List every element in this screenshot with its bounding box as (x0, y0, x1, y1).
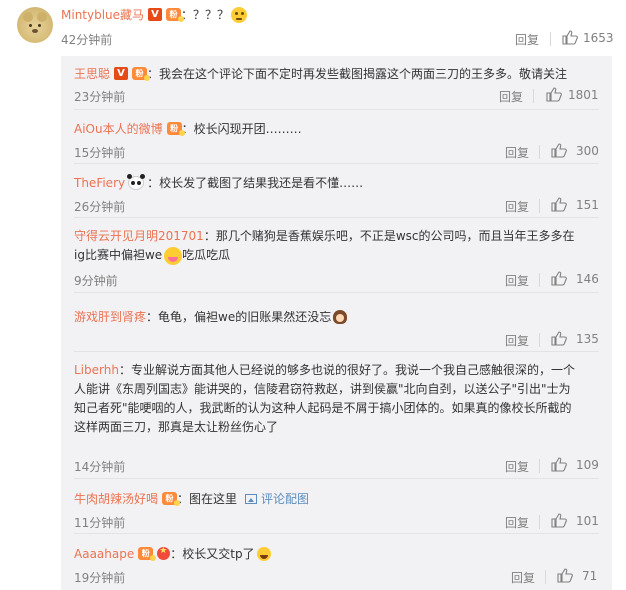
main-comment: Mintyblue藏马 V 粉 ：？？？ 42分钟前 回复 1653 (0, 0, 626, 50)
username-link[interactable]: Aaaahape (74, 547, 134, 561)
divider (74, 533, 599, 534)
comment-text: ：龟龟，偏袒we的旧账果然还没忘 (146, 310, 332, 324)
woman-icon (333, 309, 348, 324)
thumbs-up-icon[interactable] (551, 143, 567, 158)
verified-v-icon: V (148, 8, 163, 21)
divider (550, 32, 551, 46)
thinking-face-icon (231, 6, 248, 23)
username-link[interactable]: 牛肉胡辣汤好喝 (74, 490, 158, 507)
comment-body: 守得云开见月明201701：那几个赌狗是香蕉娱乐吧，不正是wsc的公司吗，而且当… (74, 227, 599, 265)
username-link[interactable]: 王思聪 (74, 65, 110, 82)
star-badge-icon (157, 546, 171, 560)
divider (539, 145, 540, 159)
image-icon (245, 493, 258, 504)
laughing-face-icon (256, 546, 271, 561)
verified-v-icon: V (114, 67, 129, 80)
thumbs-up-icon[interactable] (562, 30, 578, 45)
comment-text: ：那几个赌狗是香蕉娱乐吧，不正是wsc的公司吗，而且当年王多多在 (203, 229, 575, 243)
reply-button[interactable]: 回复 (515, 31, 539, 48)
comment-image-label: 评论配图 (261, 492, 310, 506)
fan-badge-icon: 粉 (162, 492, 181, 506)
comment-time: 15分钟前 (74, 146, 126, 160)
comment-text: ：我会在这个评论下面不定时再发些截图揭露这个两面三刀的王多多。敬请关注 (147, 67, 568, 81)
like-count: 101 (576, 514, 599, 528)
reply-button[interactable]: 回复 (505, 198, 529, 215)
comment-text: ：专业解说方面其他人已经说的够多也说的很好了。我说一个我自己感触很深的，一个 (118, 363, 575, 377)
divider (74, 217, 599, 218)
fan-badge-icon: 粉 (138, 547, 157, 561)
comment-text: ：校长闪现开团……… (181, 122, 302, 136)
thumbs-up-icon[interactable] (546, 87, 562, 102)
like-count: 1653 (583, 31, 614, 45)
comment-text: ：校长发了截图了结果我还是看不懂…… (147, 176, 364, 190)
comment-time: 9分钟前 (74, 274, 118, 288)
comment-time: 14分钟前 (74, 460, 126, 474)
thumbs-up-icon[interactable] (551, 331, 567, 346)
username-link[interactable]: 游戏肝到肾疼 (74, 308, 146, 325)
panda-icon (127, 173, 145, 190)
comment-text: ig比赛中偏袒we (74, 248, 163, 262)
username-link[interactable]: Mintyblue藏马 (61, 6, 144, 23)
like-count: 1801 (568, 88, 599, 102)
like-count: 146 (576, 272, 599, 286)
avatar[interactable] (17, 7, 53, 43)
like-count: 109 (576, 458, 599, 472)
comment-text: ：？？？ (181, 8, 230, 22)
comment-text: ：图在这里 (177, 492, 238, 506)
reply-button[interactable]: 回复 (505, 458, 529, 475)
divider (539, 333, 540, 347)
divider (74, 109, 599, 110)
divider (74, 163, 599, 164)
comment-time: 42分钟前 (61, 33, 113, 47)
divider (539, 515, 540, 529)
comment-text: 知己者死"能哽咽的人，我武断的认为这种人起码是不屑于搞小团体的。如果真的像校长所… (74, 401, 572, 415)
reply-button[interactable]: 回复 (499, 88, 523, 105)
reply-button[interactable]: 回复 (505, 272, 529, 289)
thumbs-up-icon[interactable] (551, 457, 567, 472)
reply-button[interactable]: 回复 (511, 569, 535, 586)
comment-text: 这样两面三刀，那真是太让粉丝伤心了 (74, 420, 279, 434)
fan-badge-icon: 粉 (132, 67, 151, 81)
reply-button[interactable]: 回复 (505, 144, 529, 161)
divider (533, 89, 534, 103)
comment-image-link[interactable]: 评论配图 (245, 490, 309, 507)
fan-badge-icon: 粉 (166, 8, 185, 22)
comment-text: ：校长又交tp了 (170, 547, 255, 561)
divider (539, 459, 540, 473)
divider (539, 273, 540, 287)
comment-time: 23分钟前 (74, 90, 126, 104)
username-link[interactable]: 守得云开见月明201701 (74, 229, 204, 243)
divider (74, 478, 599, 479)
like-count: 71 (582, 569, 598, 583)
username-link[interactable]: Liberhh (74, 363, 119, 377)
username-link[interactable]: TheFiery (74, 176, 125, 190)
like-count: 300 (576, 144, 599, 158)
comment-time: 11分钟前 (74, 516, 126, 530)
reply-button[interactable]: 回复 (505, 514, 529, 531)
comment-text: 人能讲《东周列国志》能讲哭的，信陵君窃符救赵，讲到侯赢"北向自刭，以送公子"引出… (74, 382, 571, 396)
comment-time: 26分钟前 (74, 200, 126, 214)
main-comment-line: Mintyblue藏马 V 粉 ：？？？ (61, 6, 248, 23)
divider (74, 351, 599, 352)
eating-face-icon (164, 246, 183, 265)
divider (74, 292, 599, 293)
reply-button[interactable]: 回复 (505, 332, 529, 349)
divider (545, 570, 546, 584)
like-count: 135 (576, 332, 599, 346)
like-count: 151 (576, 198, 599, 212)
comment-body: Liberhh：专业解说方面其他人已经说的够多也说的很好了。我说一个我自己感触很… (74, 361, 599, 437)
reply-panel: 王思聪 V 粉 ：我会在这个评论下面不定时再发些截图揭露这个两面三刀的王多多。敬… (61, 56, 612, 590)
fan-badge-icon: 粉 (166, 122, 185, 136)
thumbs-up-icon[interactable] (551, 197, 567, 212)
thumbs-up-icon[interactable] (551, 271, 567, 286)
divider (539, 199, 540, 213)
thumbs-up-icon[interactable] (551, 513, 567, 528)
comment-text: 吃瓜吃瓜 (182, 248, 231, 262)
comment-time: 19分钟前 (74, 571, 126, 585)
thumbs-up-icon[interactable] (557, 568, 573, 583)
username-link[interactable]: AiOu本人的微博 (74, 120, 163, 137)
